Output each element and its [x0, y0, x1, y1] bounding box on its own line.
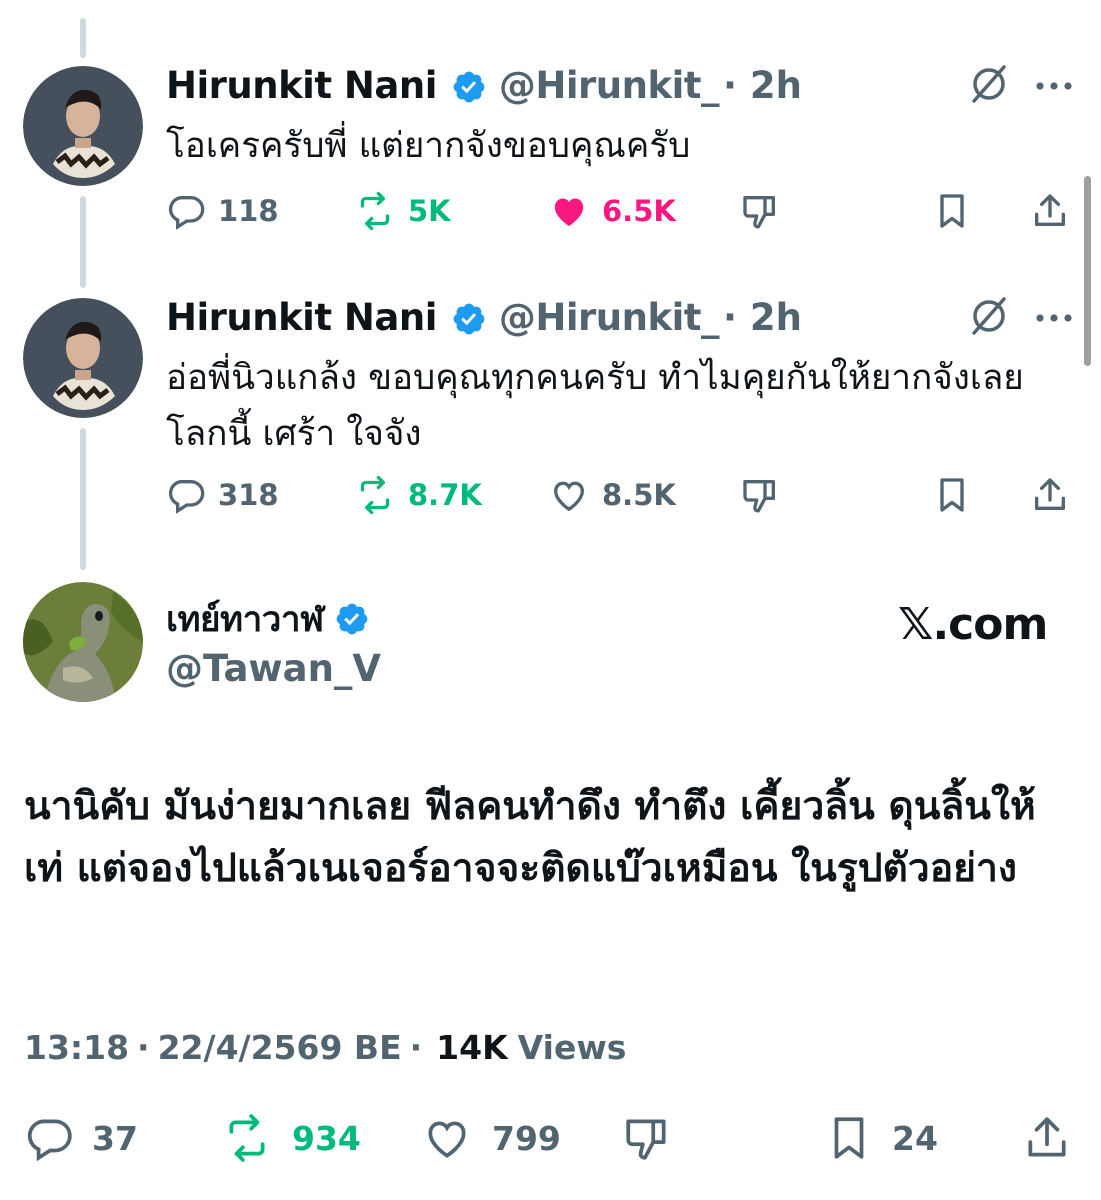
- repost-count: 5K: [408, 194, 451, 228]
- thread-line-top: [80, 18, 86, 58]
- bookmark-button[interactable]: [932, 186, 972, 236]
- like-icon: [548, 475, 590, 515]
- grok-icon[interactable]: [966, 293, 1012, 343]
- action-bar: 118 5K 6.5K: [166, 186, 1076, 236]
- bookmark-icon: [824, 1113, 874, 1163]
- post-date[interactable]: 22/4/2569 BE: [158, 1028, 402, 1067]
- like-button[interactable]: 6.5K: [548, 186, 676, 236]
- author-name[interactable]: เทย์ทาวาฬ: [166, 592, 324, 647]
- share-button[interactable]: [1030, 470, 1070, 520]
- post-time[interactable]: · 2h: [723, 61, 802, 111]
- tweet-text: โอเครครับพี่ แต่ยากจังขอบคุณครับ: [166, 126, 691, 166]
- dislike-button[interactable]: [740, 186, 780, 236]
- avatar[interactable]: [23, 582, 143, 702]
- share-icon: [1030, 475, 1070, 515]
- repost-button[interactable]: 5K: [354, 186, 451, 236]
- views-label: Views: [517, 1027, 627, 1067]
- verified-icon: [451, 68, 487, 104]
- repost-icon: [220, 1113, 274, 1163]
- share-button[interactable]: [1030, 186, 1070, 236]
- action-bar: 318 8.7K 8.5K: [166, 470, 1076, 520]
- like-count: 8.5K: [602, 478, 676, 512]
- like-count: 799: [492, 1118, 561, 1158]
- more-icon[interactable]: [1034, 77, 1074, 96]
- like-button[interactable]: 799: [420, 1110, 561, 1166]
- dislike-icon: [740, 475, 780, 515]
- repost-count: 934: [292, 1118, 361, 1158]
- share-icon: [1022, 1113, 1072, 1163]
- bookmark-button[interactable]: [932, 470, 972, 520]
- repost-button[interactable]: 8.7K: [354, 470, 482, 520]
- tweet-header: Hirunkit Nani @Hirunkit_ · 2h: [166, 61, 802, 111]
- scrollbar[interactable]: [1084, 176, 1091, 366]
- author-handle[interactable]: @Hirunkit_: [499, 61, 720, 111]
- tweet-text: อ่อพี่นิวแกล้ง ขอบคุณทุกคนครับ ทำไมคุยกั…: [166, 358, 1024, 454]
- views-count: 14K: [436, 1027, 508, 1067]
- dislike-button[interactable]: [622, 1110, 672, 1166]
- like-count: 6.5K: [602, 194, 676, 228]
- dislike-icon: [740, 191, 780, 231]
- bookmark-button[interactable]: 24: [824, 1110, 938, 1166]
- share-button[interactable]: [1022, 1110, 1072, 1166]
- reply-count: 118: [218, 194, 279, 228]
- like-button[interactable]: 8.5K: [548, 470, 676, 520]
- post-time[interactable]: 13:18: [24, 1028, 129, 1067]
- top-icons: [966, 64, 1074, 108]
- post-time[interactable]: · 2h: [723, 293, 802, 343]
- tweet-header: Hirunkit Nani @Hirunkit_ · 2h: [166, 293, 802, 343]
- author-handle[interactable]: @Hirunkit_: [499, 293, 720, 343]
- reply-icon: [166, 475, 206, 515]
- repost-icon: [354, 475, 396, 515]
- thread-line-bottom: [80, 428, 86, 570]
- author-name[interactable]: Hirunkit Nani: [166, 293, 437, 343]
- verified-icon: [451, 300, 487, 336]
- reply-button[interactable]: 37: [24, 1110, 138, 1166]
- reply-icon: [24, 1113, 74, 1163]
- author-name[interactable]: Hirunkit Nani: [166, 61, 437, 111]
- bookmark-icon: [932, 191, 972, 231]
- repost-button[interactable]: 934: [220, 1110, 361, 1166]
- reply-count: 37: [92, 1118, 138, 1158]
- author-handle[interactable]: @Tawan_V: [166, 644, 381, 694]
- bookmark-count: 24: [892, 1118, 938, 1158]
- reply-icon: [166, 191, 206, 231]
- reply-button[interactable]: 318: [166, 470, 279, 520]
- dislike-button[interactable]: [740, 470, 780, 520]
- avatar[interactable]: [23, 66, 143, 186]
- top-icons: [966, 296, 1074, 340]
- grok-icon[interactable]: [966, 61, 1012, 111]
- like-icon: [548, 191, 590, 231]
- repost-icon: [354, 191, 396, 231]
- author-name-row: เทย์ทาวาฬ: [166, 594, 382, 644]
- like-icon: [420, 1113, 474, 1163]
- repost-count: 8.7K: [408, 478, 482, 512]
- separator: ·: [137, 1027, 150, 1067]
- reply-button[interactable]: 118: [166, 186, 279, 236]
- share-icon: [1030, 191, 1070, 231]
- action-bar: 37 934 799 24: [24, 1110, 1084, 1166]
- bookmark-icon: [932, 475, 972, 515]
- thread-line-middle: [80, 196, 86, 288]
- avatar[interactable]: [23, 298, 143, 418]
- separator: ·: [409, 1027, 423, 1067]
- verified-icon: [334, 601, 370, 637]
- tweet-meta: 13:18 · 22/4/2569 BE · 14K Views: [24, 1022, 626, 1072]
- source-label: 𝕏.com: [898, 598, 1048, 650]
- more-icon[interactable]: [1034, 309, 1074, 328]
- reply-count: 318: [218, 478, 279, 512]
- tweet-text: นานิคับ มันง่ายมากเลย ฟีลคนทำดึง ทำตึง เ…: [24, 784, 1036, 891]
- dislike-icon: [622, 1113, 672, 1163]
